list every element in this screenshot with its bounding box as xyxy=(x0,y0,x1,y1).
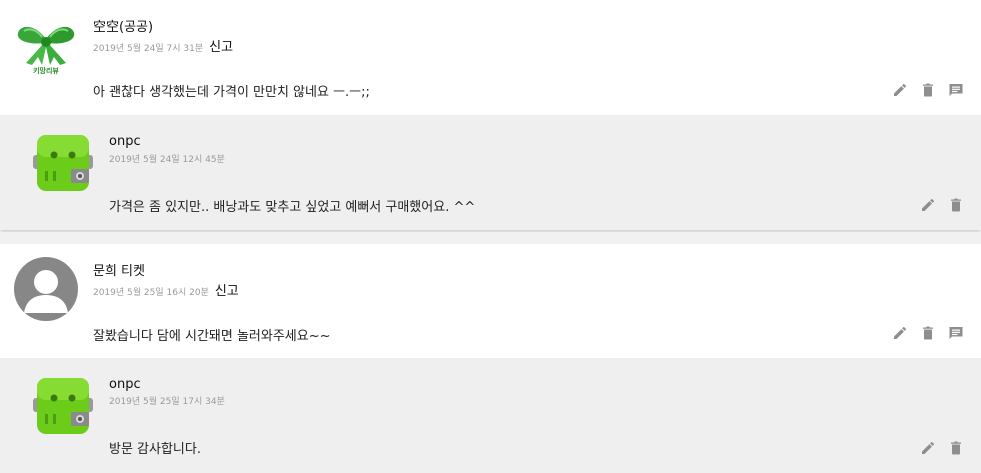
reply-meta: 2019년 5월 25일 17시 34분 xyxy=(109,394,225,407)
comment-icon[interactable] xyxy=(948,325,964,341)
reply-meta: 2019년 5월 24일 12시 45분 xyxy=(109,152,225,165)
avatar[interactable] xyxy=(31,376,95,436)
reply-date: 2019년 5월 24일 12시 45분 xyxy=(109,155,225,165)
comment-text: 아 괜찮다 생각했는데 가격이 만만치 않네요 ㅡ.ㅡ;; xyxy=(93,85,370,100)
comment-author[interactable]: 空空(공공) xyxy=(93,16,153,35)
robot-avatar-icon xyxy=(33,378,93,434)
reply-author[interactable]: onpc xyxy=(109,134,141,149)
reply-date: 2019년 5월 25일 17시 34분 xyxy=(109,397,225,407)
reply-item: onpc 2019년 5월 24일 12시 45분 가격은 좀 있지만.. 배낭… xyxy=(0,115,981,230)
comment-icon[interactable] xyxy=(948,82,964,98)
comment-meta: 2019년 5월 24일 7시 31분 신고 xyxy=(93,36,233,55)
avatar[interactable]: 키망리뷰 xyxy=(14,13,78,77)
comment-author[interactable]: 문희 티켓 xyxy=(93,260,145,279)
comment-item: 키망리뷰 空空(공공) 2019년 5월 24일 7시 31분 신고 아 괜찮다… xyxy=(0,0,981,115)
pencil-icon[interactable] xyxy=(920,440,936,456)
comment-actions xyxy=(892,325,964,341)
comment-text: 잘봤습니다 담에 시간돼면 놀러와주세요~~ xyxy=(93,329,331,344)
reply-item: onpc 2019년 5월 25일 17시 34분 방문 감사합니다. xyxy=(0,358,981,473)
trash-icon[interactable] xyxy=(948,197,964,213)
reply-text: 방문 감사합니다. xyxy=(109,442,201,457)
reply-author[interactable]: onpc xyxy=(109,377,141,392)
divider xyxy=(0,232,981,244)
reply-text: 가격은 좀 있지만.. 배낭과도 맞추고 싶었고 예뻐서 구매했어요. ^^ xyxy=(109,200,476,215)
comment-date: 2019년 5월 25일 16시 20분 xyxy=(93,288,209,298)
pencil-icon[interactable] xyxy=(892,325,908,341)
comment-list: 키망리뷰 空空(공공) 2019년 5월 24일 7시 31분 신고 아 괜찮다… xyxy=(0,0,981,473)
robot-avatar-icon xyxy=(33,135,93,191)
pencil-icon[interactable] xyxy=(920,197,936,213)
avatar-logo-text: 키망리뷰 xyxy=(33,67,59,75)
avatar[interactable] xyxy=(14,257,78,321)
report-link[interactable]: 신고 xyxy=(215,280,239,299)
trash-icon[interactable] xyxy=(920,82,936,98)
comment-meta: 2019년 5월 25일 16시 20분 신고 xyxy=(93,280,239,299)
trash-icon[interactable] xyxy=(920,325,936,341)
comment-actions xyxy=(892,82,964,98)
default-user-icon xyxy=(24,270,68,313)
report-link[interactable]: 신고 xyxy=(209,36,233,55)
pencil-icon[interactable] xyxy=(892,82,908,98)
reply-actions xyxy=(920,197,964,213)
reply-actions xyxy=(920,440,964,456)
comment-date: 2019년 5월 24일 7시 31분 xyxy=(93,44,204,54)
avatar[interactable] xyxy=(31,133,95,193)
trash-icon[interactable] xyxy=(948,440,964,456)
comment-item: 문희 티켓 2019년 5월 25일 16시 20분 신고 잘봤습니다 담에 시… xyxy=(0,244,981,358)
